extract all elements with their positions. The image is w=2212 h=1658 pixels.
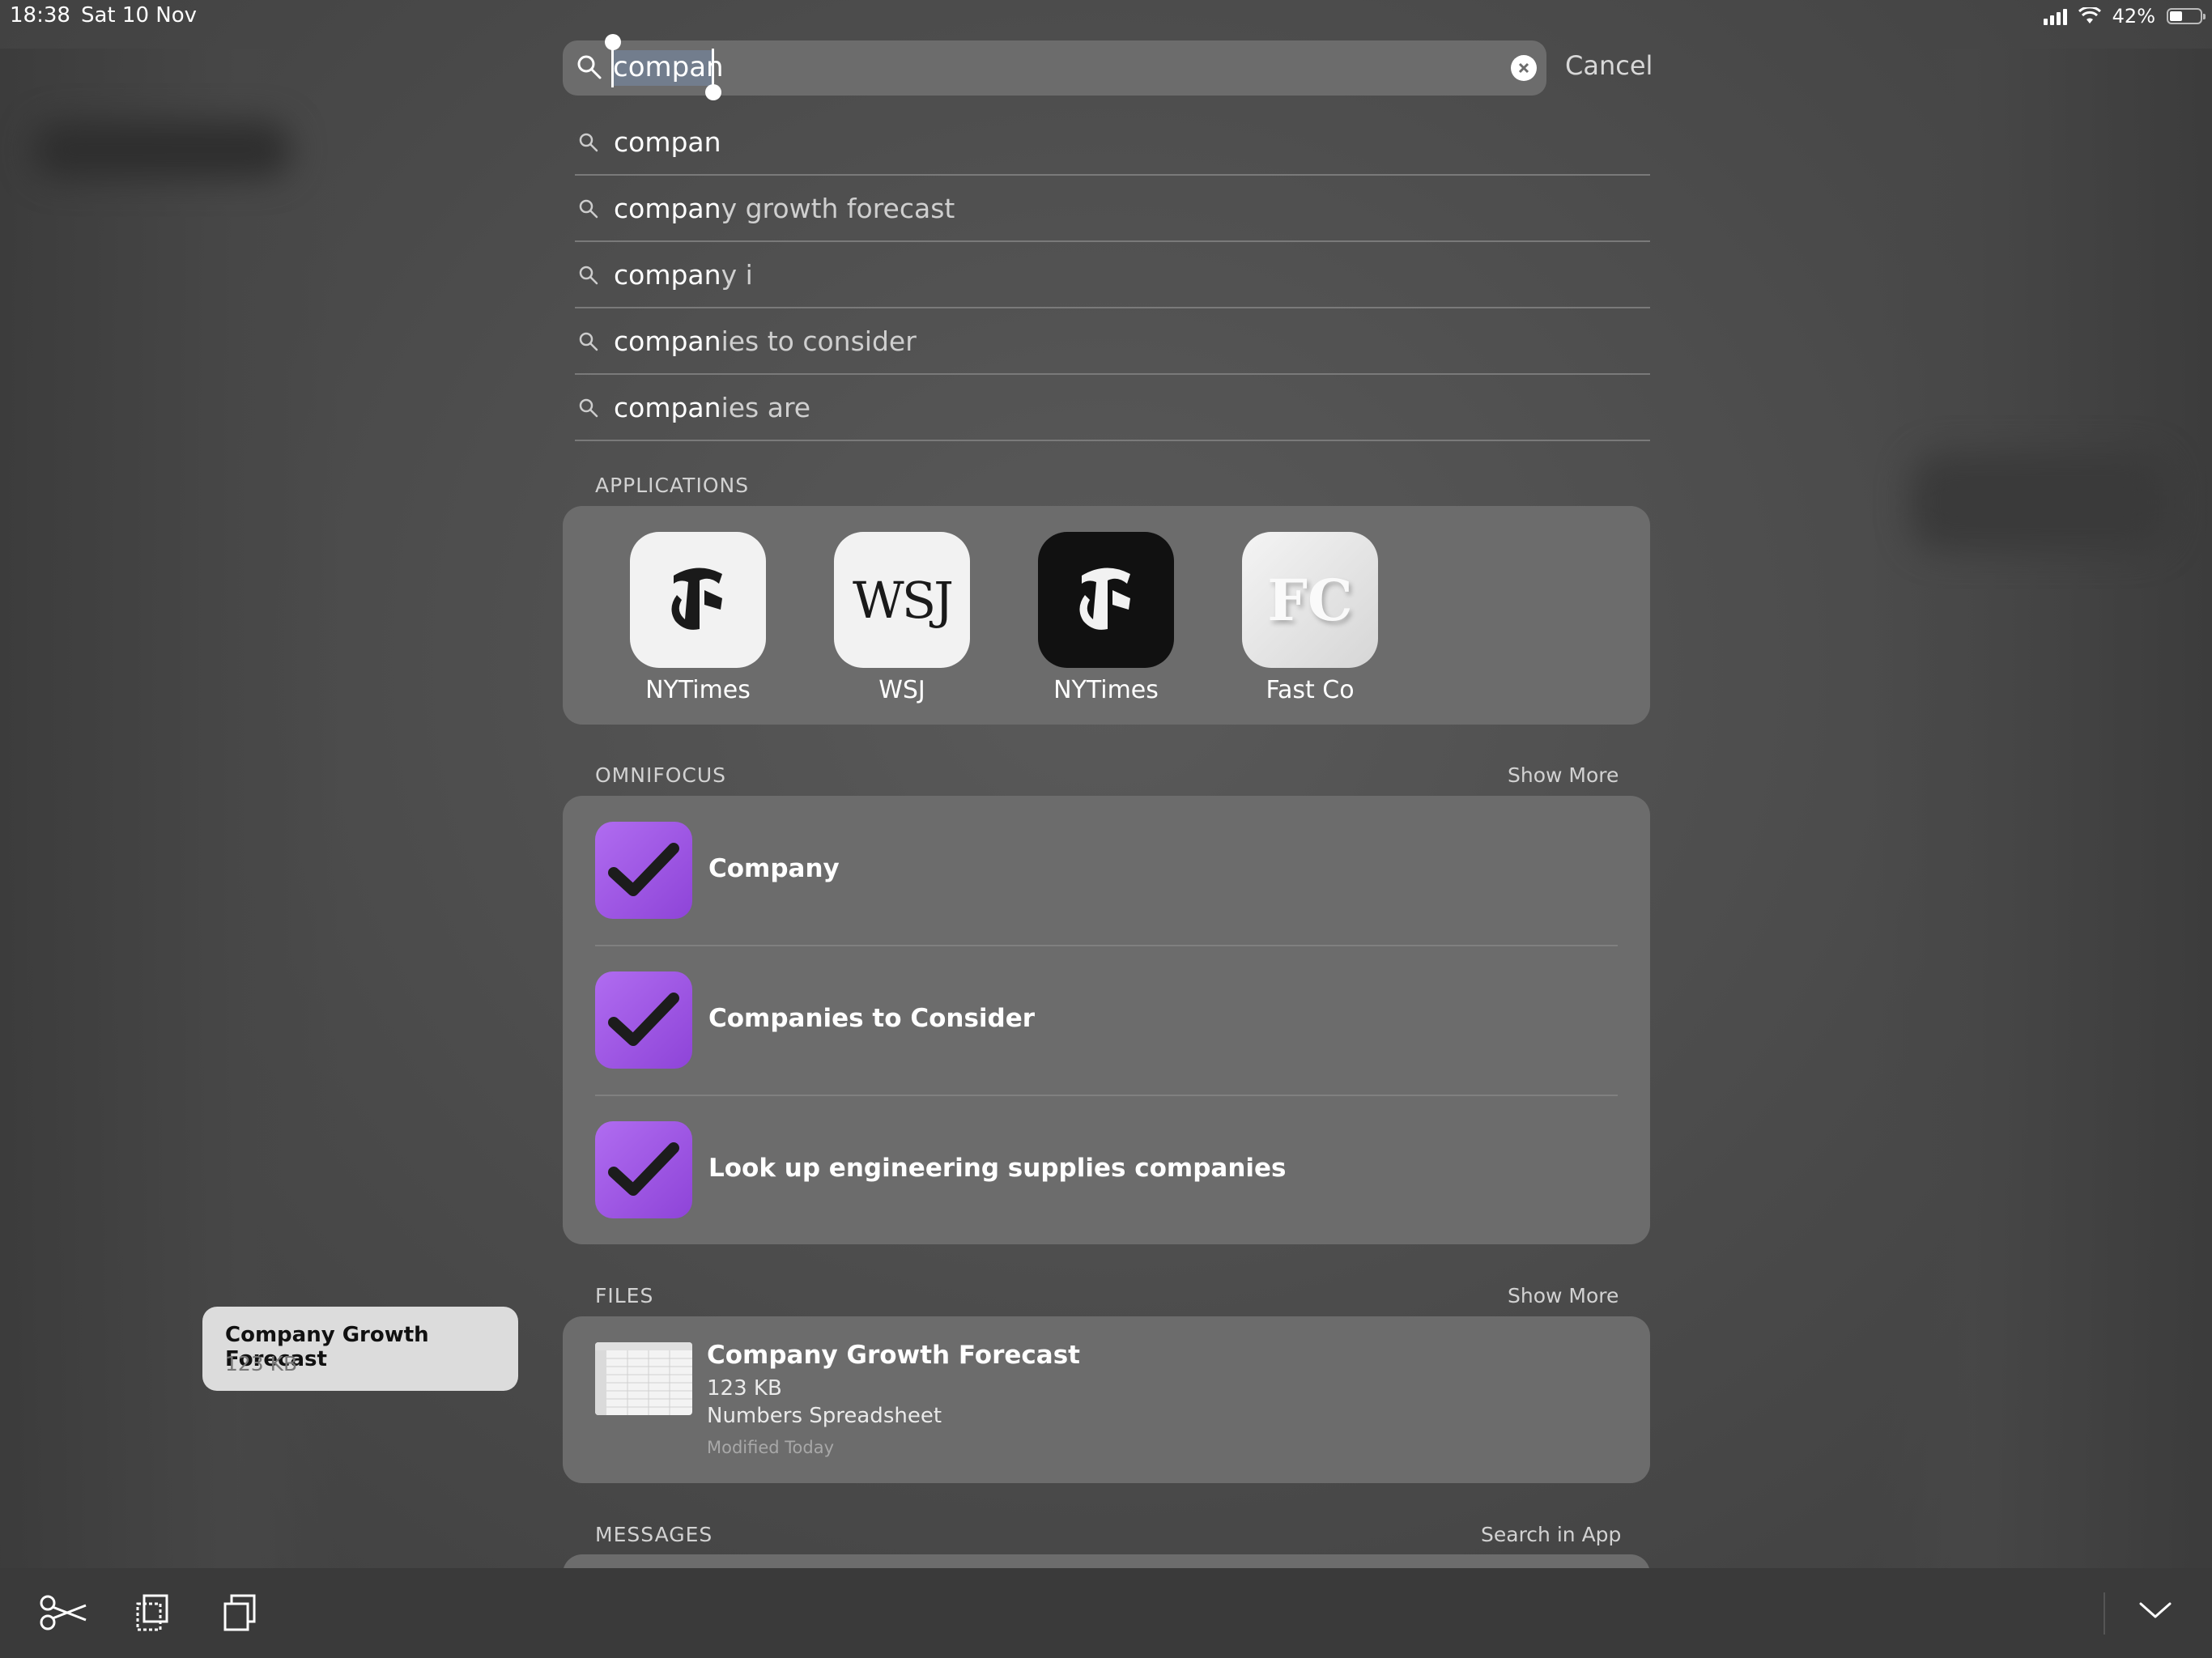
omnifocus-show-more[interactable]: Show More [1508, 763, 1619, 787]
app-label: NYTimes [645, 676, 751, 704]
background-blob [32, 121, 291, 178]
omnifocus-check-icon [595, 971, 692, 1069]
selection-start-handle[interactable] [605, 34, 621, 50]
status-bar: 18:38 Sat 10 Nov 42% [0, 0, 2212, 32]
cellular-signal-icon [2043, 7, 2067, 25]
dismiss-keyboard-button[interactable] [2138, 1599, 2173, 1625]
messages-search-in-app[interactable]: Search in App [1481, 1523, 1621, 1546]
search-icon [579, 133, 598, 152]
app-fastco[interactable]: FC Fast Co [1242, 532, 1378, 704]
paste-button[interactable] [222, 1592, 257, 1636]
app-label: WSJ [878, 676, 925, 704]
omnifocus-item[interactable]: Company [595, 796, 1618, 945]
app-label: NYTimes [1053, 676, 1159, 704]
files-card: Company Growth Forecast 123 KB Numbers S… [563, 1316, 1650, 1483]
app-wsj[interactable]: WSJ WSJ [834, 532, 970, 704]
omnifocus-item[interactable]: Companies to Consider [595, 946, 1618, 1095]
status-time: 18:38 [10, 3, 70, 28]
status-date: Sat 10 Nov [81, 3, 197, 28]
selection-end-handle[interactable] [705, 84, 721, 100]
nytimes-glyph [1079, 568, 1130, 630]
applications-card: NYTimes WSJ WSJ NYTimes FC Fast Co [563, 506, 1650, 725]
search-icon [579, 199, 598, 219]
suggestion-item[interactable]: compan [575, 109, 1650, 176]
file-title: Company Growth Forecast [707, 1341, 1080, 1370]
battery-level [2170, 11, 2182, 21]
files-section-title: FILES [595, 1284, 654, 1307]
spreadsheet-thumbnail-icon [595, 1342, 692, 1415]
nytimes-icon [630, 532, 766, 668]
toolbar-divider [2104, 1592, 2105, 1635]
suggestion-item[interactable]: company growth forecast [575, 176, 1650, 242]
cut-button[interactable] [39, 1592, 87, 1636]
search-input[interactable] [613, 49, 1423, 86]
search-icon [577, 55, 602, 79]
close-icon [1518, 62, 1529, 74]
wsj-icon: WSJ [834, 532, 970, 668]
file-kind: Numbers Spreadsheet [707, 1404, 942, 1428]
app-nytimes[interactable]: NYTimes [630, 532, 766, 704]
fastco-glyph: FC [1267, 566, 1353, 634]
keyboard-shortcut-bar [0, 1568, 2212, 1658]
suggestion-text: company i [614, 258, 753, 291]
scissors-icon [40, 1595, 87, 1630]
search-suggestions: compan company growth forecast company i… [575, 109, 1650, 441]
suggestion-text: companies to consider [614, 325, 917, 357]
app-nytimes-dark[interactable]: NYTimes [1038, 532, 1174, 704]
omnifocus-item-label: Company [708, 854, 840, 883]
search-icon [579, 266, 598, 285]
omnifocus-item-label: Look up engineering supplies companies [708, 1154, 1287, 1183]
copy-icon [136, 1594, 168, 1631]
omnifocus-item[interactable]: Look up engineering supplies companies [595, 1095, 1618, 1244]
wifi-icon [2078, 7, 2101, 23]
messages-section-title: MESSAGES [595, 1523, 713, 1546]
paste-icon [223, 1594, 256, 1631]
nytimes-dark-icon [1038, 532, 1174, 668]
suggestion-item[interactable]: company i [575, 242, 1650, 308]
wsj-glyph: WSJ [852, 570, 954, 630]
tooltip-subtitle: 123 KB [225, 1352, 298, 1375]
omnifocus-check-icon [595, 1121, 692, 1218]
cancel-button[interactable]: Cancel [1565, 50, 1653, 81]
background-blob [1911, 453, 2170, 551]
omnifocus-check-icon [595, 822, 692, 919]
applications-section-title: APPLICATIONS [595, 474, 750, 497]
suggestion-text: company growth forecast [614, 192, 955, 224]
suggestion-text: companies are [614, 391, 811, 423]
app-label: Fast Co [1266, 676, 1355, 704]
omnifocus-section-title: OMNIFOCUS [595, 763, 727, 787]
file-item[interactable]: Company Growth Forecast 123 KB Numbers S… [563, 1316, 1650, 1483]
battery-percent: 42% [2112, 5, 2155, 28]
selection-start-caret [611, 49, 614, 87]
fastco-icon: FC [1242, 532, 1378, 668]
omnifocus-item-label: Companies to Consider [708, 1004, 1036, 1033]
suggestion-item[interactable]: companies to consider [575, 308, 1650, 375]
selection-end-caret [712, 49, 714, 87]
files-show-more[interactable]: Show More [1508, 1284, 1619, 1307]
search-bar[interactable] [563, 34, 1546, 100]
battery-icon [2167, 8, 2206, 24]
file-size: 123 KB [707, 1376, 782, 1401]
clear-search-button[interactable] [1511, 55, 1537, 81]
search-icon [579, 332, 598, 351]
copy-button[interactable] [134, 1592, 170, 1636]
file-modified: Modified Today [707, 1438, 835, 1457]
drag-preview-tooltip: Company Growth Forecast 123 KB [202, 1307, 518, 1391]
search-icon [579, 398, 598, 418]
chevron-down-icon [2139, 1602, 2172, 1618]
nytimes-glyph [671, 568, 722, 630]
background-right-blur [1872, 49, 2212, 1571]
status-indicators: 42% [2043, 5, 2206, 28]
suggestion-item[interactable]: companies are [575, 375, 1650, 441]
omnifocus-card: Company Companies to Consider Look up en… [563, 796, 1650, 1244]
suggestion-text: compan [614, 125, 721, 158]
